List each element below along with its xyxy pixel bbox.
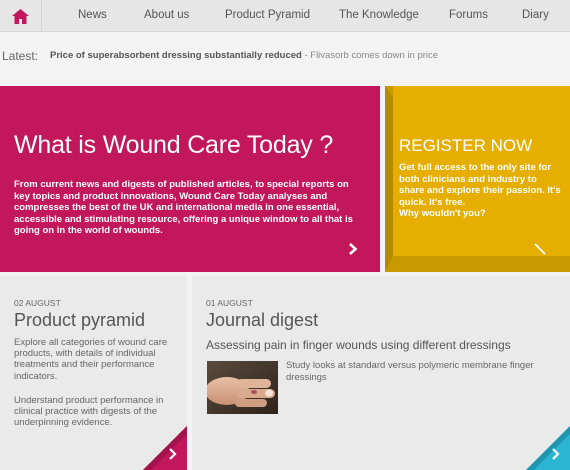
top-nav: News About us Product Pyramid The Knowle… [0, 0, 570, 32]
hero-title: What is Wound Care Today ? [14, 131, 334, 159]
article-headline-link[interactable]: Assessing pain in finger wounds using di… [206, 338, 511, 352]
card-title: Product pyramid [14, 310, 146, 330]
home-button[interactable] [0, 0, 42, 32]
latest-headline-link[interactable]: Price of superabsorbent dressing substan… [50, 50, 438, 61]
card-date: 02 AUGUST [14, 298, 61, 308]
chevron-right-icon[interactable] [348, 243, 358, 255]
product-pyramid-card[interactable]: 02 AUGUST Product pyramid Explore all ca… [0, 276, 187, 470]
home-icon [12, 8, 29, 24]
latest-headline-summary: - Flivasorb comes down in price [301, 50, 439, 61]
nav-product-pyramid[interactable]: Product Pyramid [225, 0, 310, 32]
register-body: Get full access to the only site for bot… [399, 162, 561, 220]
hero-body: From current news and digests of publish… [14, 179, 353, 236]
card-title: Journal digest [206, 310, 319, 330]
hero-panel: What is Wound Care Today ? From current … [0, 86, 380, 272]
card-description: Explore all categories of wound care pro… [14, 337, 168, 382]
article-summary: Study looks at standard versus polymeric… [286, 360, 534, 383]
digest-corner-arrow[interactable] [526, 426, 570, 470]
nav-diary[interactable]: Diary [522, 0, 549, 32]
register-panel[interactable]: REGISTER NOW Get full access to the only… [385, 86, 570, 272]
thumbnail-image [207, 361, 278, 414]
register-cta: Why wouldn't you? [399, 208, 486, 219]
nav-about-us[interactable]: About us [144, 0, 189, 32]
register-description: Get full access to the only site for bot… [399, 162, 561, 208]
latest-headline-title: Price of superabsorbent dressing substan… [50, 50, 302, 61]
nav-news[interactable]: News [78, 0, 107, 32]
latest-label: Latest: [2, 49, 39, 63]
card-description-2: Understand product performance in clinic… [14, 395, 164, 429]
finger-wound-thumbnail[interactable] [207, 361, 278, 414]
diagonal-arrow-icon[interactable] [533, 242, 547, 256]
latest-ticker: Latest: Price of superabsorbent dressing… [0, 33, 570, 81]
journal-digest-card[interactable]: 01 AUGUST Journal digest Assessing pain … [192, 276, 570, 470]
card-date: 01 AUGUST [206, 298, 253, 308]
register-title: REGISTER NOW [399, 136, 533, 155]
nav-the-knowledge[interactable]: The Knowledge [339, 0, 419, 32]
pyramid-corner-arrow[interactable] [143, 426, 187, 470]
nav-forums[interactable]: Forums [449, 0, 488, 32]
